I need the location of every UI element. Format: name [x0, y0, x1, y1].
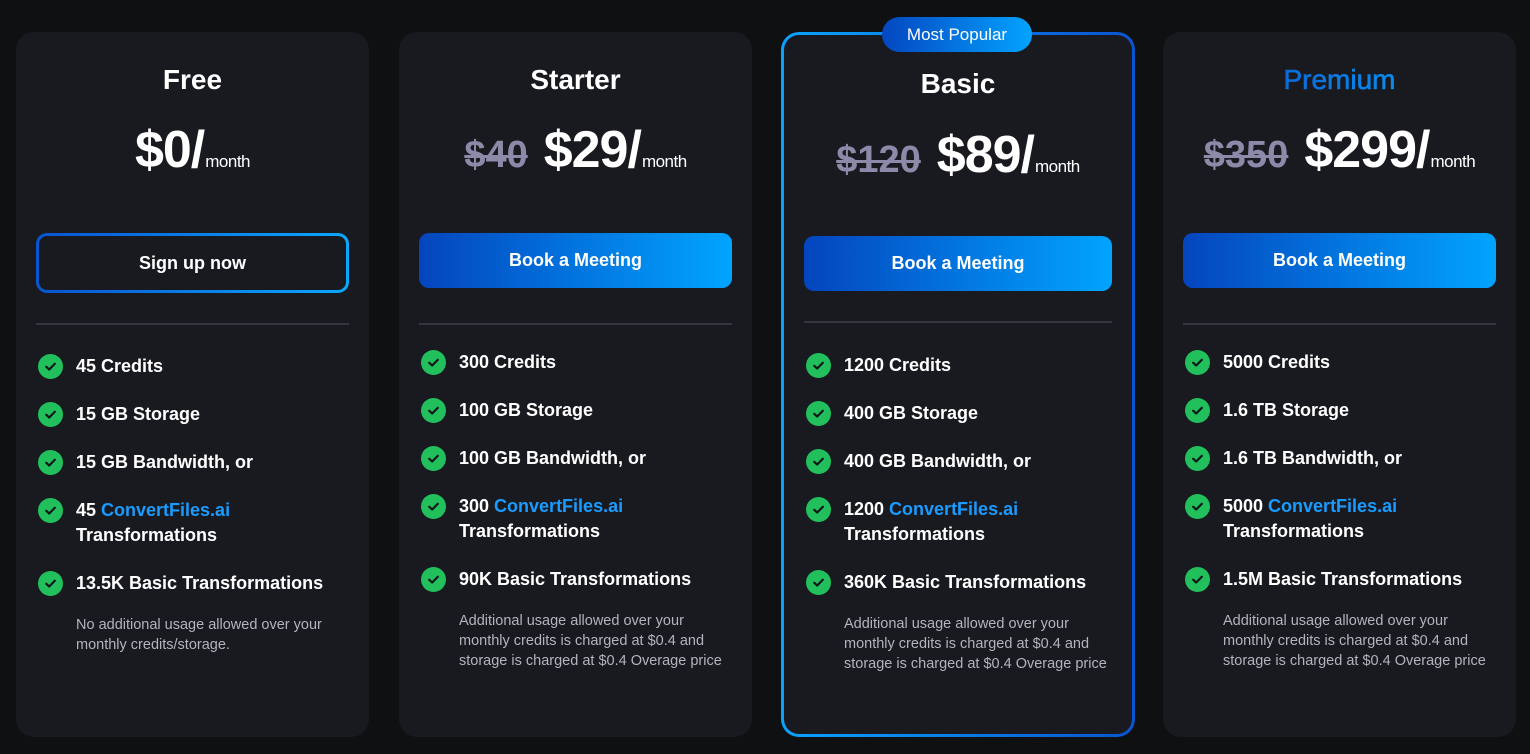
divider — [1183, 323, 1496, 325]
plan-card-free: Free $0/month Sign up now 45 Credits 15 … — [16, 32, 369, 737]
check-icon — [1185, 446, 1210, 471]
price-row: $40 $29/month — [419, 120, 732, 180]
feature-basic-transformations: 90K Basic Transformations — [419, 567, 732, 592]
feature-bandwidth: 400 GB Bandwidth, or — [804, 449, 1112, 474]
original-price: $350 — [1203, 134, 1289, 176]
feature-basic-transformations: 360K Basic Transformations — [804, 570, 1112, 595]
check-icon — [421, 446, 446, 471]
check-icon — [38, 402, 63, 427]
check-icon — [38, 450, 63, 475]
overage-note: Additional usage allowed over your month… — [844, 616, 1107, 672]
plan-card-starter: Starter $40 $29/month Book a Meeting 300 … — [399, 32, 752, 737]
check-icon — [421, 494, 446, 519]
check-icon — [806, 449, 831, 474]
check-icon — [806, 497, 831, 522]
feature-credits: 5000 Credits — [1183, 350, 1496, 375]
current-price: $299/ — [1304, 121, 1430, 179]
feature-ai-transformations: 45 ConvertFiles.ai Transformations — [36, 498, 349, 548]
divider — [419, 323, 732, 325]
feature-basic-transformations: 13.5K Basic Transformations — [36, 571, 349, 596]
check-icon — [806, 353, 831, 378]
price-row: $0/month — [36, 120, 349, 180]
brand-link[interactable]: ConvertFiles.ai — [889, 499, 1018, 519]
price-row: $350 $299/month — [1183, 120, 1496, 180]
feature-credits: 45 Credits — [36, 354, 349, 379]
feature-credits: 300 Credits — [419, 350, 732, 375]
plan-card-premium: Premium $350 $299/month Book a Meeting 50… — [1163, 32, 1516, 737]
current-price: $29/ — [543, 121, 642, 179]
feature-list: 45 Credits 15 GB Storage 15 GB Bandwidth… — [36, 354, 349, 655]
feature-ai-transformations: 5000 ConvertFiles.ai Transformations — [1183, 494, 1496, 544]
current-price: $89/ — [936, 126, 1035, 184]
book-meeting-button[interactable]: Book a Meeting — [804, 236, 1112, 291]
brand-link[interactable]: ConvertFiles.ai — [494, 496, 623, 516]
divider — [804, 321, 1112, 323]
feature-list: 5000 Credits 1.6 TB Storage 1.6 TB Bandw… — [1183, 350, 1496, 671]
plan-title: Free — [162, 64, 223, 95]
overage-note: Additional usage allowed over your month… — [459, 613, 722, 669]
price-row: $120 $89/month — [804, 125, 1112, 185]
check-icon — [38, 571, 63, 596]
feature-bandwidth: 15 GB Bandwidth, or — [36, 450, 349, 475]
feature-storage: 400 GB Storage — [804, 401, 1112, 426]
check-icon — [1185, 398, 1210, 423]
sign-up-button[interactable]: Sign up now — [36, 233, 349, 293]
plan-title: Starter — [530, 64, 621, 95]
book-meeting-button[interactable]: Book a Meeting — [419, 233, 732, 288]
feature-credits: 1200 Credits — [804, 353, 1112, 378]
divider — [36, 323, 349, 325]
feature-basic-transformations: 1.5M Basic Transformations — [1183, 567, 1496, 592]
plan-title: Premium — [1183, 64, 1496, 96]
pricing-section: Most Popular Free $0/month Sign up now 4… — [0, 0, 1530, 754]
check-icon — [1185, 350, 1210, 375]
check-icon — [1185, 494, 1210, 519]
feature-ai-transformations: 1200 ConvertFiles.ai Transformations — [804, 497, 1112, 547]
original-price: $120 — [836, 139, 921, 181]
most-popular-badge: Most Popular — [882, 17, 1032, 52]
brand-link[interactable]: ConvertFiles.ai — [1268, 496, 1397, 516]
check-icon — [421, 567, 446, 592]
billing-period: month — [1035, 157, 1080, 176]
original-price: $40 — [464, 134, 528, 176]
feature-bandwidth: 100 GB Bandwidth, or — [419, 446, 732, 471]
billing-period: month — [1430, 152, 1476, 171]
overage-note: No additional usage allowed over your mo… — [76, 617, 322, 653]
overage-note: Additional usage allowed over your month… — [1223, 613, 1486, 669]
billing-period: month — [641, 152, 687, 171]
check-icon — [806, 401, 831, 426]
feature-storage: 1.6 TB Storage — [1183, 398, 1496, 423]
feature-bandwidth: 1.6 TB Bandwidth, or — [1183, 446, 1496, 471]
check-icon — [806, 570, 831, 595]
feature-storage: 15 GB Storage — [36, 402, 349, 427]
plan-card-basic: Basic $120 $89/month Book a Meeting 1200 … — [781, 32, 1135, 737]
brand-link[interactable]: ConvertFiles.ai — [101, 500, 230, 520]
check-icon — [421, 398, 446, 423]
check-icon — [421, 350, 446, 375]
feature-storage: 100 GB Storage — [419, 398, 732, 423]
current-price: $0/ — [134, 121, 205, 179]
feature-list: 1200 Credits 400 GB Storage 400 GB Bandw… — [804, 353, 1112, 674]
feature-list: 300 Credits 100 GB Storage 100 GB Bandwi… — [419, 350, 732, 671]
plan-title: Basic — [920, 68, 996, 99]
check-icon — [1185, 567, 1210, 592]
book-meeting-button[interactable]: Book a Meeting — [1183, 233, 1496, 288]
billing-period: month — [205, 152, 251, 171]
check-icon — [38, 354, 63, 379]
feature-ai-transformations: 300 ConvertFiles.ai Transformations — [419, 494, 732, 544]
check-icon — [38, 498, 63, 523]
